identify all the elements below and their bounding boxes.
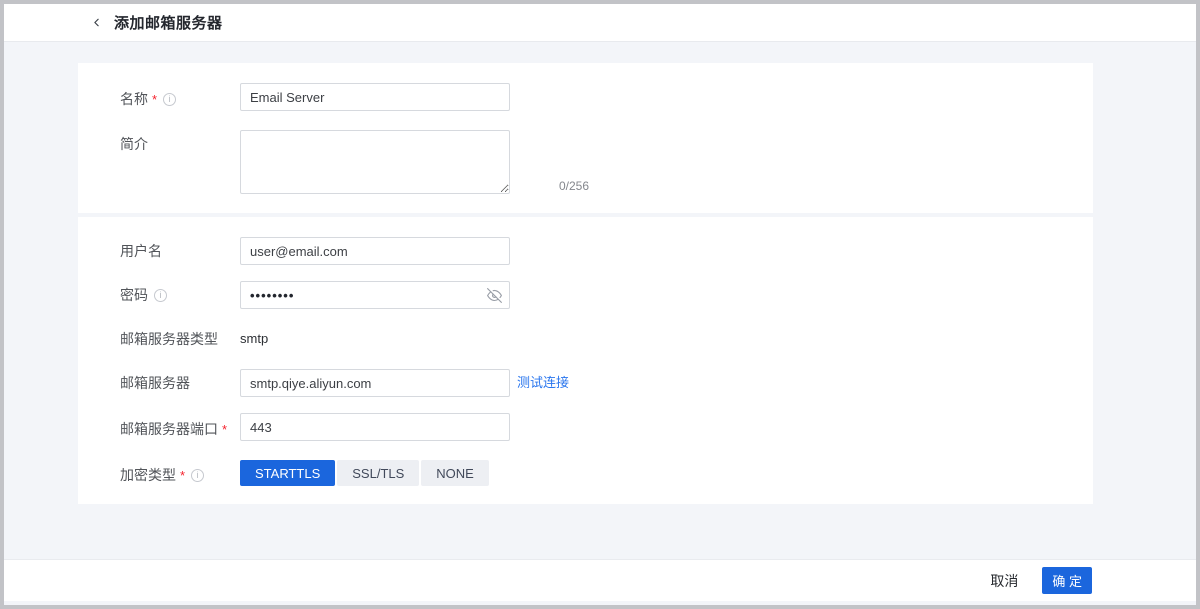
info-icon[interactable]: i	[163, 93, 176, 106]
intro-row: 简介 0/256	[120, 130, 1093, 194]
server-port-row: 邮箱服务器端口 *	[120, 413, 1093, 444]
intro-label-text: 简介	[120, 130, 148, 158]
encryption-option-ssl-tls[interactable]: SSL/TLS	[337, 460, 419, 486]
page-title: 添加邮箱服务器	[114, 12, 223, 33]
cancel-button[interactable]: 取消	[990, 571, 1018, 591]
footer-action-bar: 取消 确 定	[4, 559, 1196, 601]
encryption-row: 加密类型 * i STARTTLS SSL/TLS NONE	[120, 460, 1093, 489]
server-type-label-text: 邮箱服务器类型	[120, 325, 218, 353]
password-label-text: 密码	[120, 281, 148, 309]
bottom-strip	[4, 601, 1196, 605]
password-row: 密码 i	[120, 281, 1093, 309]
test-connection-link[interactable]: 测试连接	[517, 369, 569, 397]
server-type-row: 邮箱服务器类型 smtp	[120, 325, 1093, 353]
server-settings-card: 用户名 密码 i	[78, 217, 1093, 504]
name-input[interactable]	[240, 83, 510, 111]
confirm-button[interactable]: 确 定	[1042, 567, 1092, 594]
info-icon[interactable]: i	[154, 289, 167, 302]
server-port-label: 邮箱服务器端口 *	[120, 413, 240, 444]
server-host-input[interactable]	[240, 369, 510, 397]
server-host-row: 邮箱服务器 测试连接	[120, 369, 1093, 397]
required-asterisk: *	[180, 463, 185, 489]
intro-textarea[interactable]	[240, 130, 510, 194]
encryption-label: 加密类型 * i	[120, 460, 240, 489]
required-asterisk: *	[222, 416, 227, 444]
encryption-option-none[interactable]: NONE	[421, 460, 489, 486]
username-label: 用户名	[120, 237, 240, 265]
server-type-label: 邮箱服务器类型	[120, 325, 240, 353]
encryption-label-text: 加密类型	[120, 462, 176, 488]
required-asterisk: *	[152, 86, 157, 114]
server-host-label-text: 邮箱服务器	[120, 369, 190, 397]
back-icon[interactable]	[88, 15, 104, 31]
name-label-text: 名称	[120, 85, 148, 113]
char-counter: 0/256	[559, 179, 589, 193]
username-label-text: 用户名	[120, 237, 162, 265]
name-row: 名称 * i	[120, 83, 1093, 114]
server-port-input[interactable]	[240, 413, 510, 441]
username-row: 用户名	[120, 237, 1093, 265]
header-bar: 添加邮箱服务器	[4, 4, 1196, 42]
name-label: 名称 * i	[120, 83, 240, 114]
password-input[interactable]	[240, 281, 510, 309]
eye-off-icon[interactable]	[486, 287, 502, 303]
basic-info-card: 名称 * i 简介 0/256	[78, 63, 1093, 213]
encryption-option-starttls[interactable]: STARTTLS	[240, 460, 335, 486]
server-port-label-text: 邮箱服务器端口	[120, 415, 218, 443]
intro-label: 简介	[120, 130, 240, 194]
server-host-label: 邮箱服务器	[120, 369, 240, 397]
server-type-value: smtp	[240, 325, 268, 353]
encryption-segmented-control: STARTTLS SSL/TLS NONE	[240, 460, 489, 489]
password-field-wrap	[240, 281, 510, 309]
username-input[interactable]	[240, 237, 510, 265]
info-icon[interactable]: i	[191, 469, 204, 482]
password-label: 密码 i	[120, 281, 240, 309]
content-area: 名称 * i 简介 0/256 用户名 密码 i	[4, 42, 1196, 559]
